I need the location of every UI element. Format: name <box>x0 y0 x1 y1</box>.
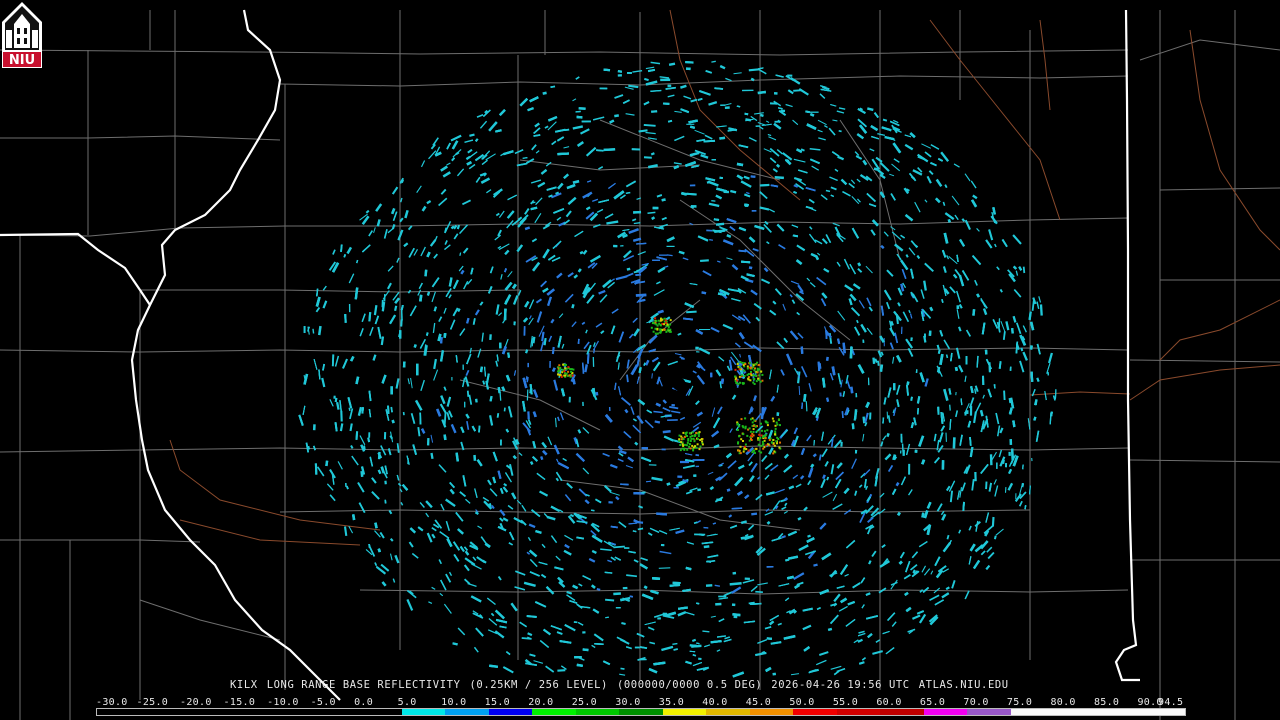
scale-label: -5.0 <box>310 697 336 708</box>
scale-label: -15.0 <box>223 697 256 708</box>
scale-swatch <box>314 709 359 715</box>
scale-label: -10.0 <box>267 697 299 708</box>
scale-swatch <box>706 709 750 715</box>
scale-label: 0.0 <box>354 697 374 708</box>
scale-swatch <box>1141 709 1185 715</box>
scale-label: -20.0 <box>180 697 212 708</box>
scale-swatch <box>923 709 968 715</box>
scale-label: 65.0 <box>919 697 946 708</box>
county-boundaries <box>0 10 1280 720</box>
product-name: LONG RANGE BASE REFLECTIVITY <box>266 679 461 691</box>
scale-swatch <box>184 709 228 715</box>
timestamp: 2026-04-26 19:56 UTC <box>771 679 910 691</box>
scale-swatch <box>575 709 620 715</box>
scale-label: 45.0 <box>745 697 772 708</box>
rivers <box>169 9 1280 546</box>
scale-label: 50.0 <box>789 697 815 708</box>
product-title: KILX LONG RANGE BASE REFLECTIVITY (0.25KM … <box>230 679 1018 691</box>
scale-label: 10.0 <box>441 697 467 708</box>
radar-map[interactable]: NIU KILX LONG RANGE BASE REFLECTIVITY (0.2… <box>0 0 1280 720</box>
scale-swatch <box>1010 709 1055 715</box>
scale-label: 25.0 <box>571 697 598 708</box>
scale-swatch <box>749 709 794 715</box>
scale-label: -25.0 <box>136 697 169 708</box>
scale-label: 30.0 <box>615 697 641 708</box>
source-site: ATLAS.NIU.EDU <box>918 679 1009 691</box>
color-scale-labels: -30.0 -25.0 -20.0 -15.0 -10.0 -5.0 0.0 5.0 10.0 1… <box>96 697 1188 708</box>
scale-swatch <box>140 709 185 715</box>
scale-swatch <box>880 709 924 715</box>
scale-label: -30.0 <box>96 697 128 708</box>
scale-swatch <box>662 709 707 715</box>
scale-label: 80.0 <box>1050 697 1076 708</box>
color-scale: -30.0 -25.0 -20.0 -15.0 -10.0 -5.0 0.0 5.0 10.0 1… <box>96 697 1188 719</box>
scale-label: 85.0 <box>1093 697 1120 708</box>
scale-swatch <box>1054 709 1098 715</box>
scale-swatch <box>271 709 315 715</box>
scale-label: 5.0 <box>397 697 417 708</box>
scale-swatch <box>488 709 533 715</box>
base-map <box>0 9 1280 720</box>
station-id: KILX <box>230 679 258 691</box>
scale-swatch <box>358 709 402 715</box>
reflectivity-echoes <box>298 60 1057 678</box>
scale-swatch <box>836 709 881 715</box>
scale-swatch <box>967 709 1011 715</box>
scale-label: 60.0 <box>876 697 902 708</box>
scale-label: 75.0 <box>1006 697 1033 708</box>
scale-label: 15.0 <box>484 697 510 708</box>
scale-label: 94.5 <box>1158 697 1184 708</box>
scale-swatch <box>619 709 663 715</box>
scale-swatch <box>227 709 272 715</box>
scale-swatch <box>445 709 489 715</box>
scale-swatch <box>97 709 141 715</box>
product-resolution: (0.25KM / 256 LEVEL) <box>469 679 608 691</box>
scale-swatch <box>793 709 837 715</box>
volume-info: (000000/0000 0.5 DEG) <box>616 679 763 691</box>
scale-swatch <box>532 709 576 715</box>
niu-tower-logo: NIU <box>2 2 42 68</box>
niu-logo-text: NIU <box>9 53 35 68</box>
scale-label: 40.0 <box>702 697 728 708</box>
color-scale-bar <box>96 708 1186 716</box>
scale-swatch <box>401 709 446 715</box>
scale-label: 35.0 <box>658 697 685 708</box>
scale-swatch <box>1097 709 1142 715</box>
scale-label: 55.0 <box>832 697 859 708</box>
radar-site-dot <box>672 377 686 391</box>
scale-label: 70.0 <box>963 697 989 708</box>
scale-label: 20.0 <box>528 697 554 708</box>
